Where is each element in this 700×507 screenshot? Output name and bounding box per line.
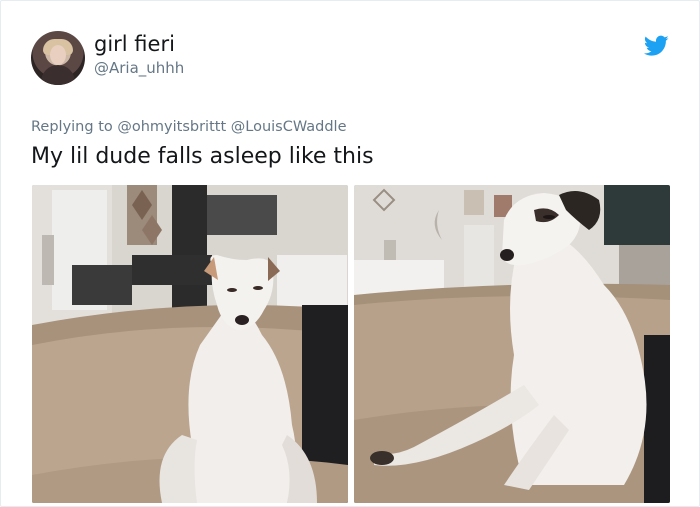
photo-grid: [32, 185, 670, 503]
avatar[interactable]: [31, 31, 85, 85]
photo-dog-front[interactable]: [32, 185, 348, 503]
photo-dog-side[interactable]: [354, 185, 670, 503]
author-handle[interactable]: @Aria_uhhh: [94, 58, 184, 78]
dog-photo-image: [354, 185, 670, 503]
twitter-bird-icon[interactable]: [644, 35, 669, 57]
tweet-card: girl fieri @Aria_uhhh Replying to @ohmyi…: [0, 0, 700, 507]
dog-photo-image: [32, 185, 348, 503]
mention-link[interactable]: @LouisCWaddle: [231, 119, 347, 135]
replying-prefix: Replying to: [31, 119, 113, 135]
mention-link[interactable]: @ohmyitsbrittt: [117, 119, 226, 135]
tweet-text: My lil dude falls asleep like this: [31, 144, 374, 169]
replying-to: Replying to @ohmyitsbrittt @LouisCWaddle: [31, 119, 347, 135]
author-names: girl fieri @Aria_uhhh: [94, 31, 184, 78]
tweet-header: girl fieri @Aria_uhhh: [31, 31, 669, 87]
author-display-name[interactable]: girl fieri: [94, 31, 184, 57]
